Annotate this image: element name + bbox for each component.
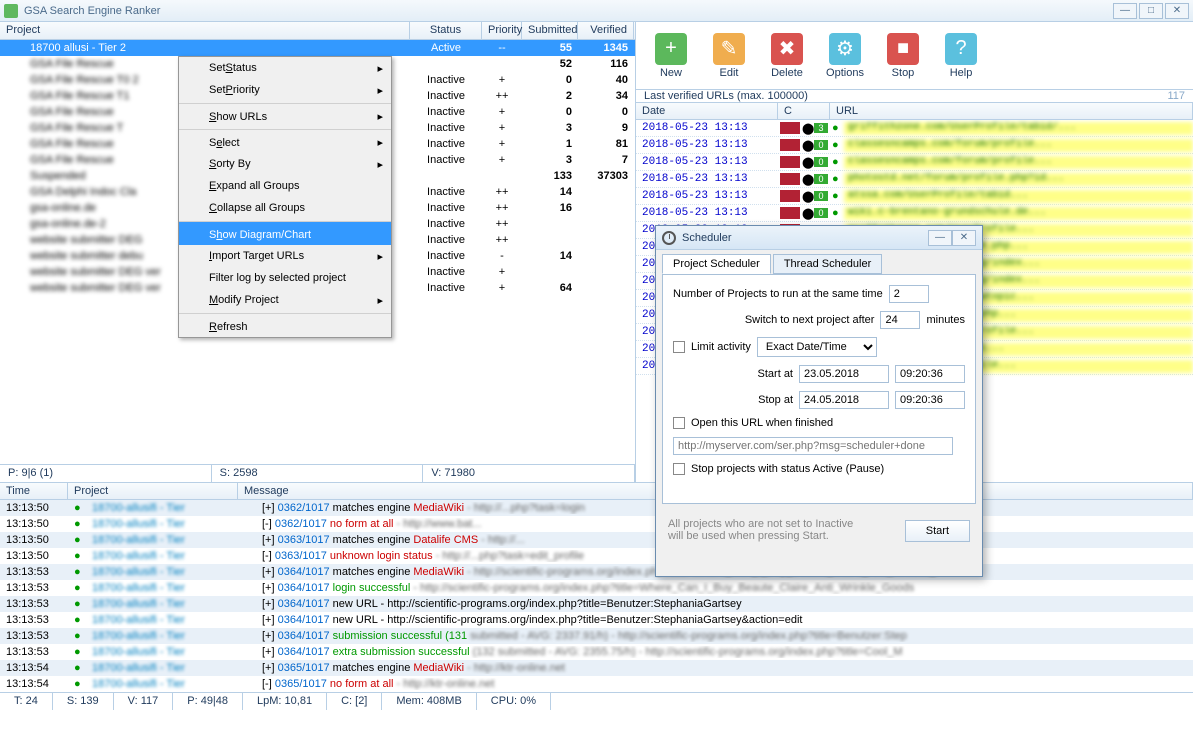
clock-icon bbox=[662, 231, 676, 245]
help-button[interactable]: ?Help bbox=[936, 28, 986, 83]
stop-active-checkbox[interactable] bbox=[673, 463, 685, 475]
limit-mode-select[interactable]: Exact Date/Time bbox=[757, 337, 877, 357]
stat-v: V: 71980 bbox=[423, 465, 635, 482]
finish-url-input[interactable] bbox=[673, 437, 953, 455]
log-row: 13:13:50●18700-allusifi - Tier[-] 0363/1… bbox=[0, 548, 1193, 564]
menu-show-diagram-chart[interactable]: Show Diagram/Chart bbox=[179, 221, 391, 245]
project-row[interactable]: 18700 allusi - Tier 2Active--551345 bbox=[0, 40, 635, 56]
maximize-button[interactable]: □ bbox=[1139, 3, 1163, 19]
col-time[interactable]: Time bbox=[0, 483, 68, 499]
delete-button[interactable]: ✖Delete bbox=[762, 28, 812, 83]
stop-button[interactable]: ■Stop bbox=[878, 28, 928, 83]
tab-thread-scheduler[interactable]: Thread Scheduler bbox=[773, 254, 882, 274]
status-bar: T: 24 S: 139 V: 117 P: 49|48 LpM: 10,81 … bbox=[0, 692, 1193, 710]
edit-button[interactable]: ✎Edit bbox=[704, 28, 754, 83]
scheduler-close[interactable]: ✕ bbox=[952, 230, 976, 246]
context-menu[interactable]: Set Status▸Set Priority▸Show URLs▸Select… bbox=[178, 56, 392, 338]
col-project[interactable]: Project bbox=[0, 22, 410, 39]
window-title: GSA Search Engine Ranker bbox=[24, 5, 1113, 17]
stop-date-input[interactable] bbox=[799, 391, 889, 409]
col-url[interactable]: URL bbox=[830, 103, 1193, 119]
scheduler-dialog[interactable]: Scheduler — ✕ Project Scheduler Thread S… bbox=[655, 225, 983, 577]
col-status[interactable]: Status bbox=[410, 22, 482, 39]
log-header: Time Project Message bbox=[0, 482, 1193, 500]
start-time-input[interactable] bbox=[895, 365, 965, 383]
menu-modify-project[interactable]: Modify Project▸ bbox=[179, 289, 391, 311]
menu-set-status[interactable]: Set Status▸ bbox=[179, 57, 391, 79]
project-header: Project Status Priority Submitted Verifi… bbox=[0, 22, 635, 40]
log-row: 13:13:53●18700-allusifi - Tier[+] 0364/1… bbox=[0, 628, 1193, 644]
col-date[interactable]: Date bbox=[636, 103, 778, 119]
menu-select[interactable]: Select▸ bbox=[179, 129, 391, 153]
tab-project-scheduler[interactable]: Project Scheduler bbox=[662, 254, 771, 274]
col-priority[interactable]: Priority bbox=[482, 22, 522, 39]
menu-collapse-all-groups[interactable]: Collapse all Groups bbox=[179, 197, 391, 219]
col-submitted[interactable]: Submitted bbox=[522, 22, 578, 39]
menu-import-target-urls[interactable]: Import Target URLs▸ bbox=[179, 245, 391, 267]
scheduler-titlebar[interactable]: Scheduler — ✕ bbox=[656, 226, 982, 250]
url-row[interactable]: 2018-05-23 13:13⬤0●atssa.com/UserProfile… bbox=[636, 188, 1193, 205]
log-row: 13:13:53●18700-allusifi - Tier[+] 0364/1… bbox=[0, 564, 1193, 580]
switch-minutes-input[interactable] bbox=[880, 311, 920, 329]
col-project[interactable]: Project bbox=[68, 483, 238, 499]
num-projects-input[interactable] bbox=[889, 285, 929, 303]
log-row: 13:13:53●18700-allusifi - Tier[+] 0364/1… bbox=[0, 612, 1193, 628]
verified-header: Last verified URLs (max. 100000) 117 bbox=[636, 90, 1193, 102]
minimize-button[interactable]: — bbox=[1113, 3, 1137, 19]
url-row[interactable]: 2018-05-23 13:13⬤0●photostd.net/forum/pr… bbox=[636, 171, 1193, 188]
menu-show-urls[interactable]: Show URLs▸ bbox=[179, 103, 391, 127]
limit-activity-checkbox[interactable] bbox=[673, 341, 685, 353]
log-row: 13:13:50●18700-allusifi - Tier[+] 0362/1… bbox=[0, 500, 1193, 516]
stat-s: S: 2598 bbox=[212, 465, 424, 482]
stop-time-input[interactable] bbox=[895, 391, 965, 409]
start-button[interactable]: Start bbox=[905, 520, 970, 542]
url-row[interactable]: 2018-05-23 13:13⬤0●classesncamps.com/for… bbox=[636, 154, 1193, 171]
log-row: 13:13:50●18700-allusifi - Tier[+] 0363/1… bbox=[0, 532, 1193, 548]
url-row[interactable]: 2018-05-23 13:13⬤0●classesncamps.com/for… bbox=[636, 137, 1193, 154]
menu-expand-all-groups[interactable]: Expand all Groups bbox=[179, 175, 391, 197]
log-row: 13:13:50●18700-allusifi - Tier[-] 0362/1… bbox=[0, 516, 1193, 532]
main-toolbar: +New✎Edit✖Delete⚙Options■Stop?Help bbox=[636, 22, 1193, 90]
menu-set-priority[interactable]: Set Priority▸ bbox=[179, 79, 391, 101]
menu-refresh[interactable]: Refresh bbox=[179, 313, 391, 337]
col-verified[interactable]: Verified bbox=[578, 22, 634, 39]
open-url-checkbox[interactable] bbox=[673, 417, 685, 429]
url-row[interactable]: 2018-05-23 13:13⬤3●griffithzone.com/User… bbox=[636, 120, 1193, 137]
project-stats: P: 9|6 (1) S: 2598 V: 71980 bbox=[0, 464, 635, 482]
log-row: 13:13:53●18700-allusifi - Tier[+] 0364/1… bbox=[0, 644, 1193, 660]
window-titlebar: GSA Search Engine Ranker — □ ✕ bbox=[0, 0, 1193, 22]
stat-p: P: 9|6 (1) bbox=[0, 465, 212, 482]
new-button[interactable]: +New bbox=[646, 28, 696, 83]
app-icon bbox=[4, 4, 18, 18]
url-header: Date C URL bbox=[636, 102, 1193, 120]
scheduler-hint: All projects who are not set to Inactive… bbox=[668, 518, 868, 542]
log-list[interactable]: 13:13:50●18700-allusifi - Tier[+] 0362/1… bbox=[0, 500, 1193, 692]
close-button[interactable]: ✕ bbox=[1165, 3, 1189, 19]
log-row: 13:13:54●18700-allusifi - Tier[+] 0365/1… bbox=[0, 660, 1193, 676]
options-button[interactable]: ⚙Options bbox=[820, 28, 870, 83]
menu-sorty-by[interactable]: Sorty By▸ bbox=[179, 153, 391, 175]
log-row: 13:13:53●18700-allusifi - Tier[+] 0364/1… bbox=[0, 596, 1193, 612]
scheduler-minimize[interactable]: — bbox=[928, 230, 952, 246]
log-row: 13:13:53●18700-allusifi - Tier[+] 0364/1… bbox=[0, 580, 1193, 596]
menu-filter-log-by-selected-project[interactable]: Filter log by selected project bbox=[179, 267, 391, 289]
log-row: 13:13:54●18700-allusifi - Tier[-] 0365/1… bbox=[0, 676, 1193, 692]
start-date-input[interactable] bbox=[799, 365, 889, 383]
col-c[interactable]: C bbox=[778, 103, 830, 119]
url-row[interactable]: 2018-05-23 13:13⬤0●wiki.c-brentano-grund… bbox=[636, 205, 1193, 222]
